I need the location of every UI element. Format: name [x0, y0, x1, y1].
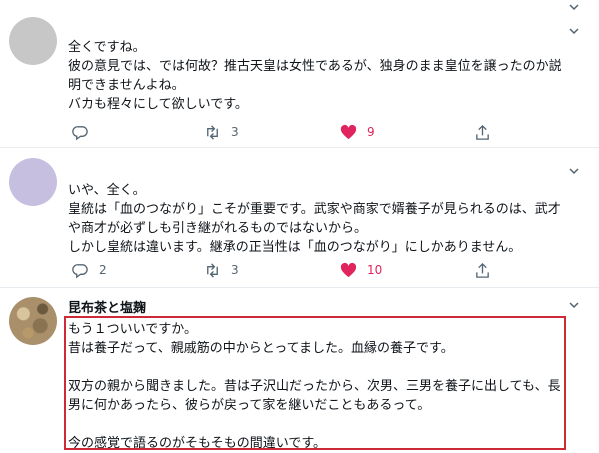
- avatar[interactable]: [9, 297, 57, 345]
- avatar[interactable]: [9, 17, 57, 65]
- tweet-more-button[interactable]: [567, 24, 581, 38]
- chevron-down-icon: [567, 164, 581, 178]
- heart-icon: [340, 262, 357, 279]
- share-button[interactable]: [474, 260, 491, 280]
- retweet-icon: [204, 124, 221, 141]
- like-count: 10: [367, 263, 383, 277]
- user-name[interactable]: 昆布茶と塩麹: [68, 297, 146, 316]
- tweet-text: いや、全く。 皇統は「血のつながり」こそが重要です。武家や商家で婿養子が見られる…: [68, 183, 561, 255]
- reply-button[interactable]: 2: [72, 260, 107, 280]
- retweet-button[interactable]: 3: [204, 260, 239, 280]
- share-icon: [474, 124, 491, 141]
- highlight-box: [64, 316, 566, 450]
- share-button[interactable]: [474, 122, 491, 142]
- reply-button[interactable]: [72, 122, 99, 142]
- tweet-text: 全くですね。 彼の意見では、では何故？推古天皇は女性であるが、独身のまま皇位を譲…: [68, 40, 562, 112]
- retweet-button[interactable]: 3: [204, 122, 239, 142]
- heart-icon: [340, 124, 357, 141]
- reply-icon: [72, 124, 89, 141]
- divider: [0, 287, 599, 288]
- tweet-more-button[interactable]: [567, 298, 581, 312]
- tweet-actions: 2 3 10: [68, 260, 508, 280]
- avatar[interactable]: [9, 158, 57, 206]
- retweet-count: 3: [231, 125, 239, 139]
- chevron-down-icon: [567, 24, 581, 38]
- retweet-count: 3: [231, 263, 239, 277]
- reply-icon: [72, 262, 89, 279]
- share-icon: [474, 262, 491, 279]
- divider: [0, 147, 599, 148]
- tweet-more-button[interactable]: [567, 164, 581, 178]
- retweet-icon: [204, 262, 221, 279]
- reply-count: 2: [99, 263, 107, 277]
- like-count: 9: [367, 125, 375, 139]
- tweet-actions: 3 9: [68, 122, 508, 142]
- more-options-chevron[interactable]: [567, 0, 581, 14]
- like-button[interactable]: 9: [340, 122, 375, 142]
- like-button[interactable]: 10: [340, 260, 382, 280]
- chevron-down-icon: [567, 298, 581, 312]
- chevron-down-icon: [567, 0, 581, 14]
